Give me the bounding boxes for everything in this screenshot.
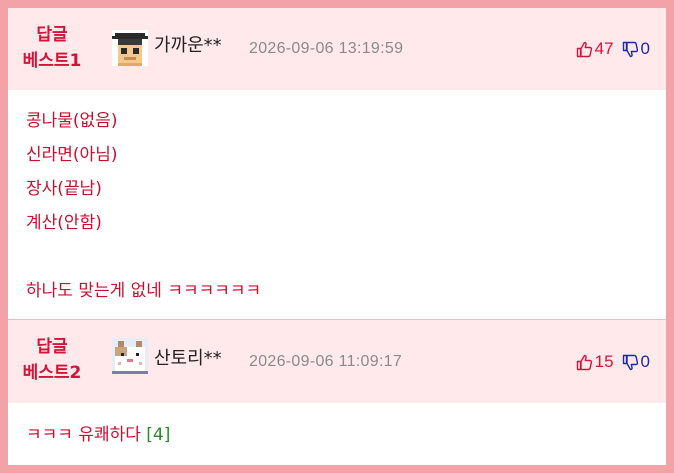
badge-rank: 베스트1 — [22, 51, 82, 71]
comment-line: 장사(끝남) — [26, 179, 102, 199]
hamster-pixel-avatar-icon[interactable] — [112, 338, 148, 374]
comment-line: ㅋㅋㅋ 유쾌하다 — [26, 425, 141, 445]
best-reply-badge: 답글 베스트2 — [8, 334, 96, 386]
username-link[interactable]: 산토리** — [154, 347, 222, 371]
comment-line: 콩나물(없음) — [26, 111, 118, 131]
comment-date: 2026-09-06 13:19:59 — [249, 40, 404, 57]
downvote-count: 0 — [640, 352, 650, 371]
comment-line: 하나도 맞는게 없네 ㅋㅋㅋㅋㅋㅋ — [26, 281, 262, 301]
comment-line: 계산(안함) — [26, 213, 102, 233]
reply-count-link[interactable]: [4] — [146, 425, 170, 445]
thumbs-down-icon[interactable] — [622, 41, 639, 58]
downvote-count: 0 — [640, 39, 650, 58]
thumbs-up-icon[interactable] — [576, 354, 593, 371]
comment-date: 2026-09-06 11:09:17 — [249, 353, 403, 370]
comment-header: 답글 베스트1 가까운** 2026-09-06 13:19:59 47 0 — [8, 8, 666, 90]
vote-group: 47 0 — [576, 39, 650, 59]
graduate-pixel-avatar-icon[interactable] — [112, 30, 148, 66]
upvote-count: 15 — [594, 352, 614, 371]
vote-group: 15 0 — [576, 352, 650, 372]
thumbs-up-icon[interactable] — [576, 41, 593, 58]
best-reply-badge: 답글 베스트1 — [8, 22, 96, 74]
comment-panel: 답글 베스트1 가까운** 2026-09-06 13:19:59 47 0 콩… — [0, 0, 674, 473]
badge-rank: 베스트2 — [22, 363, 82, 383]
comment-body: ㅋㅋㅋ 유쾌하다 [4] — [26, 418, 170, 452]
comment-header: 답글 베스트2 산토리** 2026-09-06 11:09:17 15 0 — [8, 320, 666, 403]
comment-line: 신라면(아님) — [26, 145, 118, 165]
comment-body: 콩나물(없음) 신라면(아님) 장사(끝남) 계산(안함) 하나도 맞는게 없네… — [26, 104, 261, 308]
comment-line — [26, 240, 261, 274]
badge-label: 답글 — [36, 337, 68, 357]
thumbs-down-icon[interactable] — [622, 354, 639, 371]
upvote-count: 47 — [594, 39, 614, 58]
username-link[interactable]: 가까운** — [154, 34, 222, 58]
badge-label: 답글 — [36, 25, 68, 45]
